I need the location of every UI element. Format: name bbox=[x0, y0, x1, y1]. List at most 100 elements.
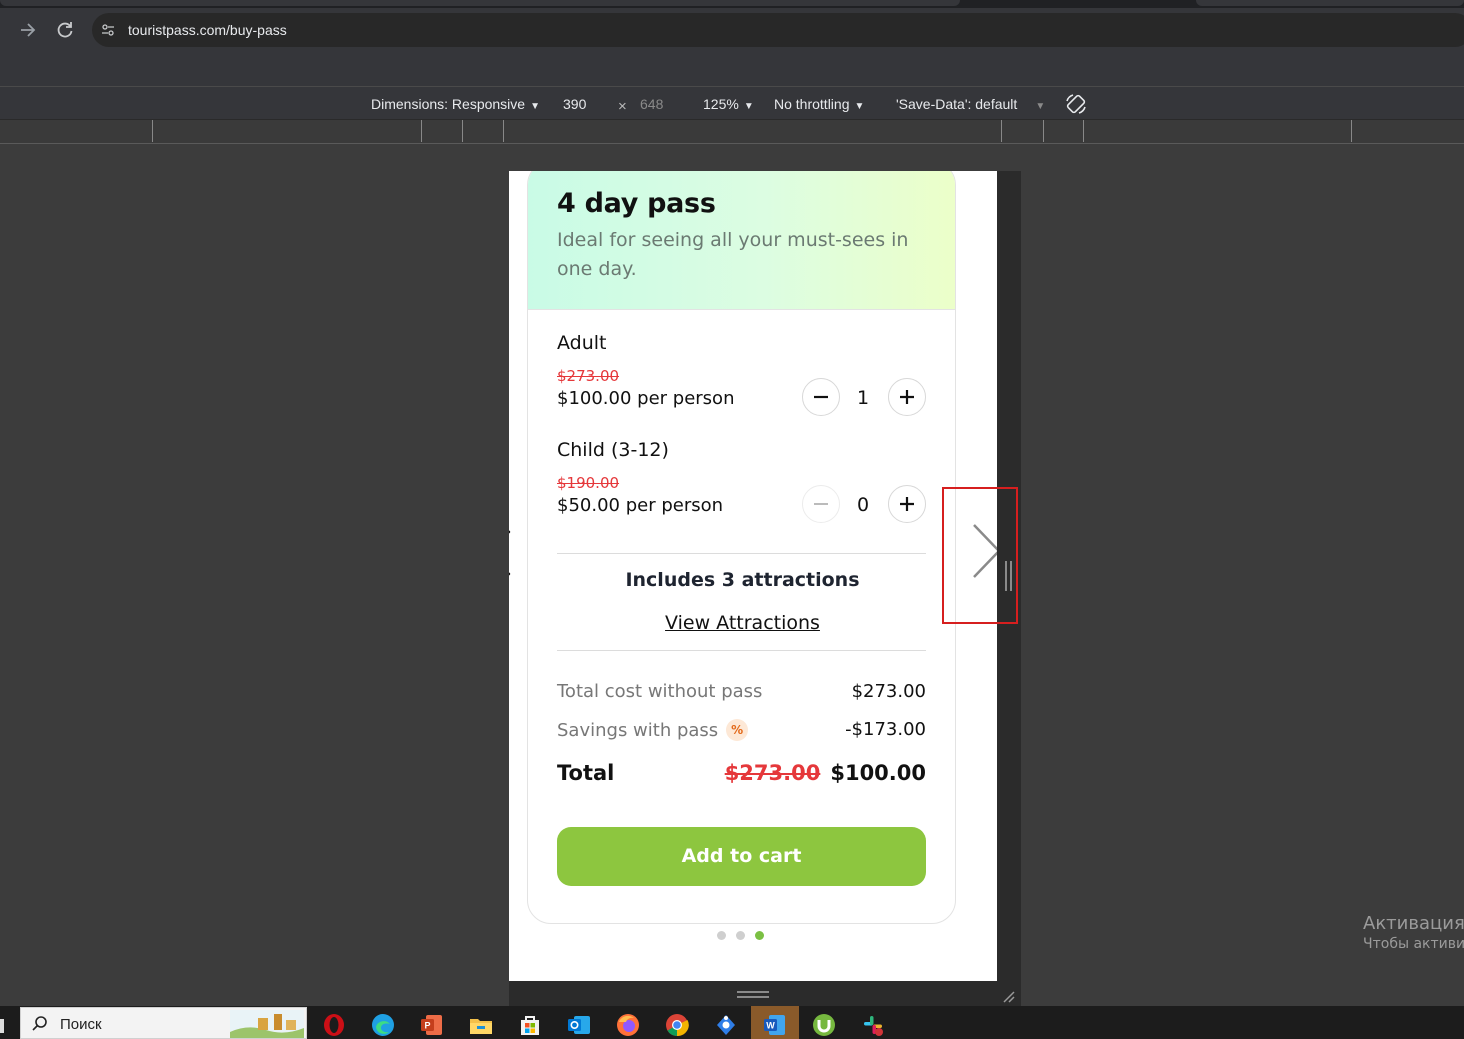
adult-price: $100.00 per person bbox=[557, 388, 735, 409]
tab-fragment[interactable] bbox=[0, 0, 960, 6]
caret-down-icon: ▼ bbox=[530, 101, 540, 112]
activation-subtitle: Чтобы активир bbox=[1363, 936, 1464, 952]
child-old-price: $190.00 bbox=[557, 474, 620, 492]
resize-handle-icon[interactable] bbox=[737, 991, 769, 998]
site-settings-icon[interactable] bbox=[100, 22, 116, 38]
forward-button[interactable] bbox=[16, 18, 40, 42]
width-input[interactable]: 390 bbox=[563, 96, 586, 112]
total-old-price: $273.00 bbox=[724, 761, 821, 785]
firefox-icon[interactable] bbox=[616, 1013, 640, 1037]
word-icon[interactable]: W bbox=[763, 1013, 787, 1037]
savings-label: Savings with pass bbox=[557, 720, 719, 741]
ruler-tick[interactable] bbox=[503, 120, 504, 142]
utorrent-icon[interactable] bbox=[812, 1013, 836, 1037]
windows-activation-watermark: Активация Чтобы активир bbox=[1363, 913, 1464, 952]
throttling-select[interactable]: No throttling ▼ bbox=[774, 96, 864, 112]
plus-icon bbox=[900, 390, 914, 404]
ruler-tick[interactable] bbox=[1001, 120, 1002, 142]
adult-old-price: $273.00 bbox=[557, 367, 620, 385]
opera-icon[interactable] bbox=[322, 1013, 346, 1037]
ruler-tick[interactable] bbox=[1083, 120, 1084, 142]
total-price: $100.00 bbox=[830, 761, 926, 785]
prev-arrow-fragment[interactable]: ›› bbox=[509, 521, 511, 584]
ruler-tick[interactable] bbox=[421, 120, 422, 142]
outlook-icon[interactable] bbox=[567, 1013, 591, 1037]
slack-icon[interactable] bbox=[861, 1013, 885, 1037]
edge-icon[interactable] bbox=[371, 1013, 395, 1037]
tab-fragment[interactable] bbox=[1196, 0, 1464, 6]
savings-value: -$173.00 bbox=[845, 719, 926, 740]
ruler-tick[interactable] bbox=[462, 120, 463, 142]
pass-header: 4 day pass Ideal for seeing all your mus… bbox=[528, 171, 955, 310]
savings-row: Savings with pass% bbox=[557, 719, 749, 741]
pass-title: 4 day pass bbox=[557, 188, 716, 219]
adult-increment-button[interactable] bbox=[888, 378, 926, 416]
adult-quantity: 1 bbox=[856, 387, 870, 409]
total-without-pass-value: $273.00 bbox=[851, 681, 926, 702]
ticket-type-adult-label: Adult bbox=[557, 332, 607, 354]
windows-taskbar: Поиск P W bbox=[0, 1006, 1464, 1039]
throttling-label: No throttling bbox=[774, 96, 850, 112]
ruler-tick[interactable] bbox=[1043, 120, 1044, 142]
resize-corner-icon[interactable] bbox=[1001, 989, 1015, 1003]
viewport-bottom-resize-bar[interactable] bbox=[509, 981, 1021, 1006]
start-button[interactable] bbox=[0, 1019, 4, 1033]
total-label: Total bbox=[557, 761, 615, 785]
zoom-select[interactable]: 125% ▼ bbox=[703, 96, 754, 112]
divider bbox=[557, 553, 926, 554]
divider bbox=[557, 650, 926, 651]
carousel-dot-active[interactable] bbox=[755, 931, 764, 940]
pass-card: 4 day pass Ideal for seeing all your mus… bbox=[527, 171, 956, 924]
percent-badge-icon: % bbox=[726, 719, 749, 741]
address-bar: touristpass.com/buy-pass bbox=[0, 8, 1464, 52]
dimensions-select[interactable]: Dimensions: Responsive ▼ bbox=[371, 96, 540, 112]
url-text: touristpass.com/buy-pass bbox=[128, 22, 287, 38]
minus-icon bbox=[814, 503, 828, 505]
rotate-icon bbox=[1066, 94, 1086, 114]
times-icon: × bbox=[618, 98, 627, 115]
save-data-label: 'Save-Data': default bbox=[896, 96, 1018, 112]
search-placeholder: Поиск bbox=[60, 1016, 102, 1033]
annotation-highlight-box bbox=[942, 487, 1018, 624]
save-data-select[interactable]: 'Save-Data': default ▼ bbox=[896, 96, 1045, 112]
svg-text:W: W bbox=[766, 1021, 775, 1031]
ruler-tick[interactable] bbox=[1351, 120, 1352, 142]
total-values: $273.00 $100.00 bbox=[725, 761, 926, 785]
file-explorer-icon[interactable] bbox=[469, 1013, 493, 1037]
add-to-cart-button[interactable]: Add to cart bbox=[557, 827, 926, 886]
caret-down-icon: ▼ bbox=[1035, 101, 1046, 112]
child-decrement-button[interactable] bbox=[802, 485, 840, 523]
reload-icon bbox=[57, 22, 73, 38]
chrome-spacer bbox=[0, 52, 1464, 86]
rotate-button[interactable] bbox=[1064, 92, 1088, 119]
omnibox[interactable]: touristpass.com/buy-pass bbox=[92, 13, 1464, 47]
total-without-pass-label: Total cost without pass bbox=[557, 681, 763, 702]
store-icon[interactable] bbox=[518, 1013, 542, 1037]
adult-decrement-button[interactable] bbox=[802, 378, 840, 416]
chrome-icon[interactable] bbox=[665, 1013, 689, 1037]
carousel-dot[interactable] bbox=[736, 931, 745, 940]
child-price: $50.00 per person bbox=[557, 495, 724, 516]
network-icon[interactable] bbox=[714, 1013, 738, 1037]
ruler-tick[interactable] bbox=[152, 120, 153, 142]
carousel-dot[interactable] bbox=[717, 931, 726, 940]
media-query-ruler bbox=[0, 120, 1464, 144]
pass-description: Ideal for seeing all your must-sees in o… bbox=[557, 229, 909, 280]
dimensions-label: Dimensions: Responsive bbox=[371, 96, 526, 112]
powerpoint-icon[interactable]: P bbox=[420, 1013, 444, 1037]
child-increment-button[interactable] bbox=[888, 485, 926, 523]
reload-button[interactable] bbox=[53, 18, 77, 42]
height-input[interactable]: 648 bbox=[640, 96, 663, 112]
search-highlight-illustration-icon bbox=[230, 1010, 304, 1038]
device-viewport: ›› 4 day pass Ideal for seeing all your … bbox=[509, 171, 997, 981]
device-toolbar: Dimensions: Responsive ▼ 390 × 648 125% ▼ … bbox=[0, 86, 1464, 120]
view-attractions-link[interactable]: View Attractions bbox=[528, 612, 955, 634]
caret-down-icon: ▼ bbox=[854, 101, 865, 112]
ticket-type-child-label: Child (3-12) bbox=[557, 439, 669, 461]
zoom-label: 125% bbox=[703, 96, 739, 112]
arrow-right-icon bbox=[21, 23, 36, 37]
plus-icon bbox=[900, 497, 914, 511]
taskbar-search[interactable]: Поиск bbox=[20, 1007, 307, 1039]
svg-text:P: P bbox=[424, 1021, 430, 1031]
includes-attractions: Includes 3 attractions bbox=[625, 569, 860, 591]
